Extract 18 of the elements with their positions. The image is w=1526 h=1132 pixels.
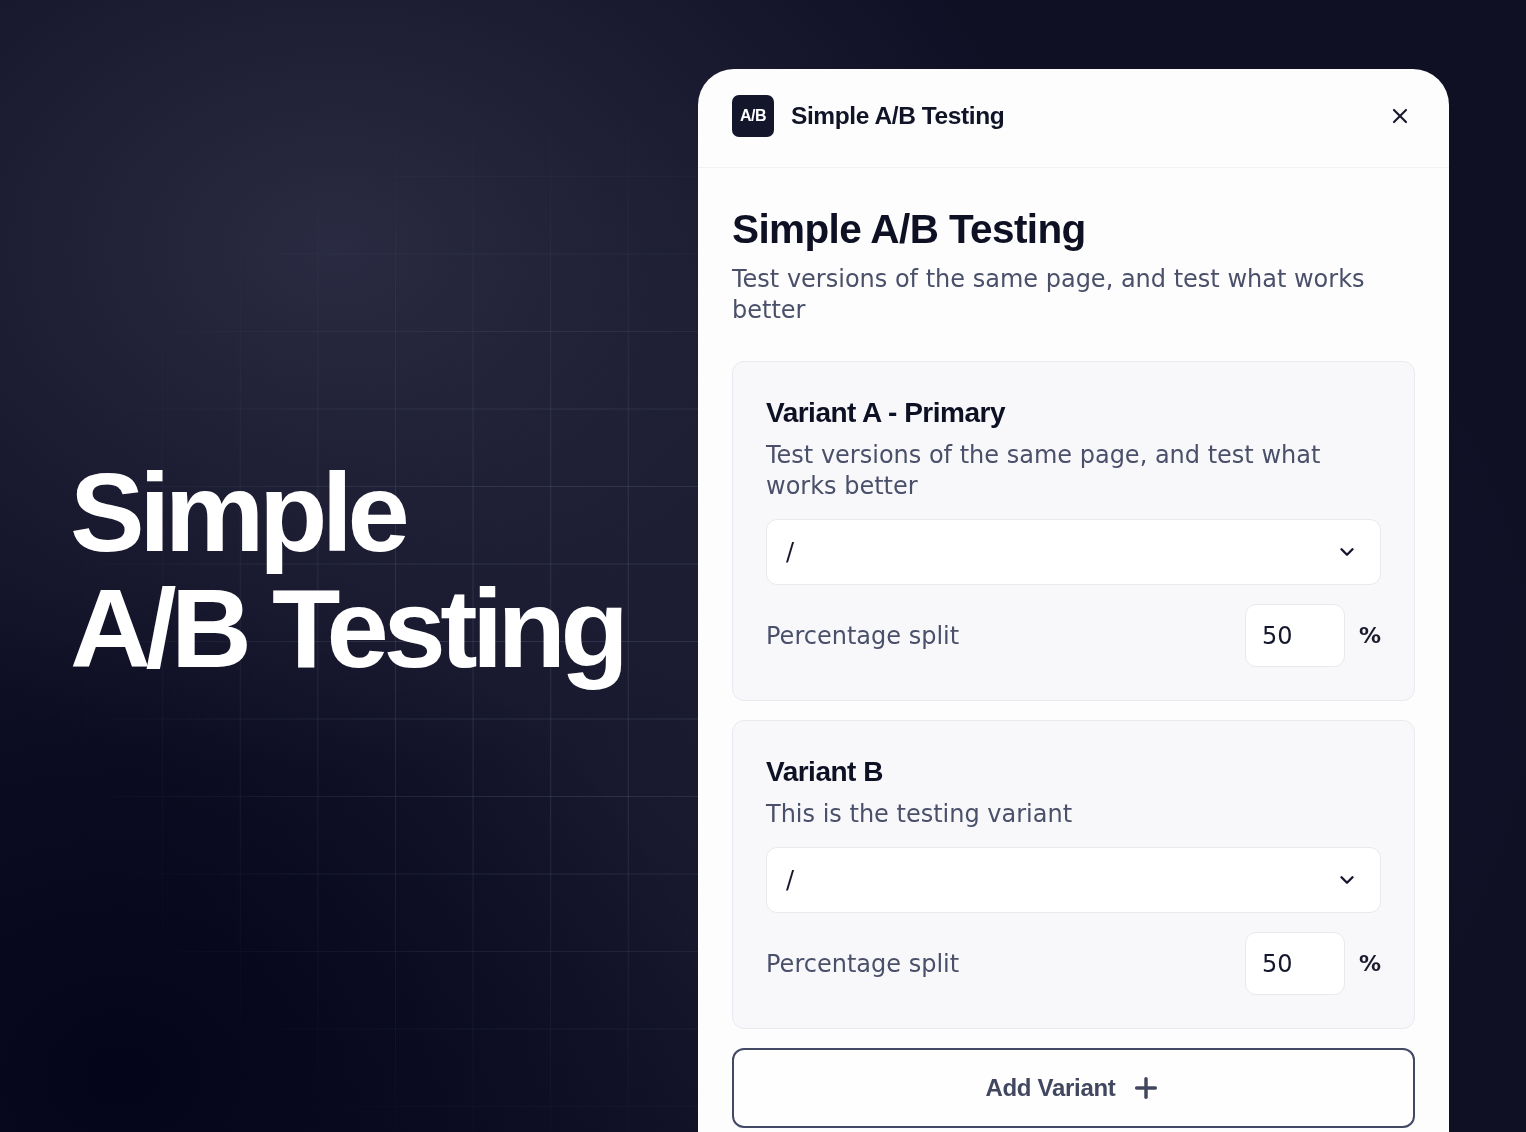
split-label: Percentage split	[766, 949, 961, 978]
hero-title: Simple A/B Testing	[70, 455, 625, 693]
percent-unit: %	[1359, 951, 1381, 976]
variant-title: Variant B	[766, 755, 884, 789]
variant-description: Test versions of the same page, and test what works better	[766, 440, 1322, 502]
page-subtitle: Test versions of the same page, and test what works better	[732, 264, 1366, 326]
percent-unit: %	[1359, 623, 1381, 648]
split-input[interactable]: 50	[1245, 604, 1345, 667]
page-select[interactable]: /	[766, 847, 1381, 913]
page-heading: Simple A/B Testing	[732, 205, 1087, 253]
page-select[interactable]: /	[766, 519, 1381, 585]
add-variant-button[interactable]: Add Variant	[732, 1048, 1415, 1128]
split-input[interactable]: 50	[1245, 932, 1345, 995]
split-label: Percentage split	[766, 621, 961, 650]
logo: A/B	[732, 94, 774, 137]
variant-title: Variant A - Primary	[766, 396, 1007, 430]
dialog-title: Simple A/B Testing	[791, 101, 1006, 130]
variant-description: This is the testing variant	[766, 799, 1074, 830]
